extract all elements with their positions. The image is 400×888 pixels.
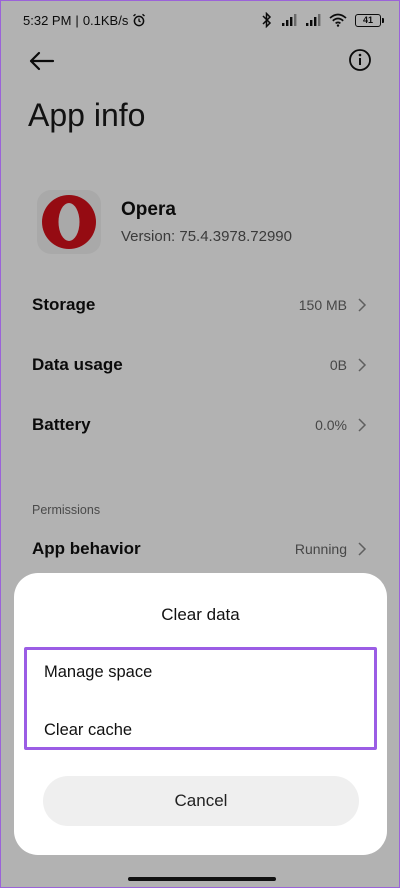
manage-space-option[interactable]: Manage space bbox=[44, 663, 152, 682]
home-indicator[interactable] bbox=[128, 877, 276, 881]
screen: 5:32 PM | 0.1KB/s 41 App info Opera Vers… bbox=[0, 0, 400, 888]
cancel-button[interactable]: Cancel bbox=[43, 776, 359, 826]
clear-cache-option[interactable]: Clear cache bbox=[44, 721, 132, 740]
dialog-title: Clear data bbox=[161, 605, 240, 624]
clear-data-dialog: Clear data Manage space Clear cache Canc… bbox=[14, 573, 387, 855]
